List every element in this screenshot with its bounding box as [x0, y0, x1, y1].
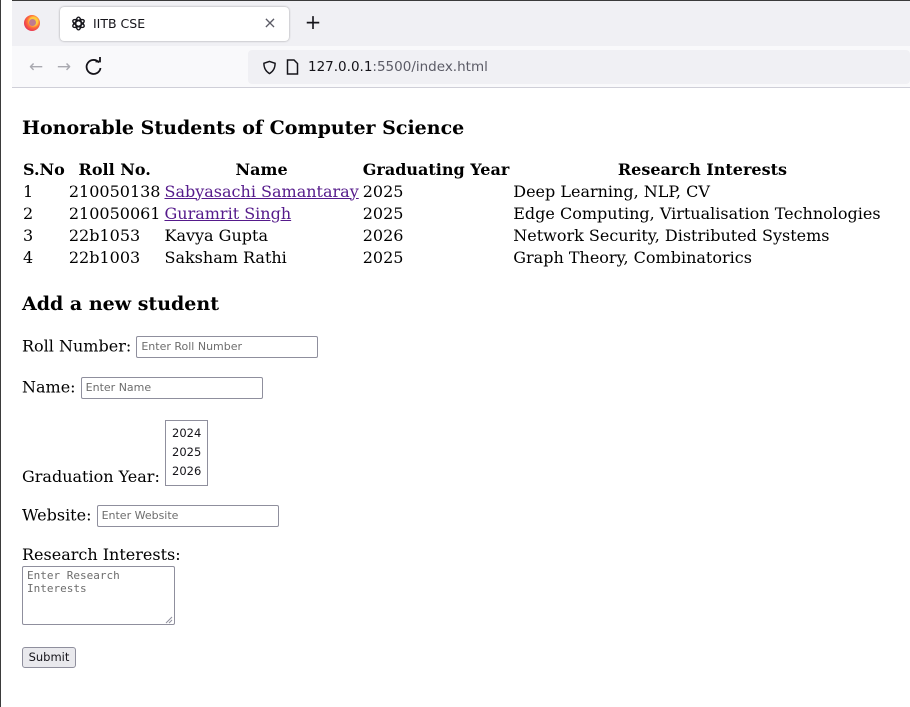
- cell-year: 2025: [362, 181, 404, 201]
- cell-sno: 3: [23, 225, 34, 245]
- cell-name: Sabyasachi Samantaray: [163, 180, 359, 202]
- interests-row: Research Interests:: [22, 545, 181, 564]
- cell-roll: 210050138: [68, 181, 161, 201]
- cell-name: Guramrit Singh: [163, 202, 359, 224]
- header-year: Graduating Year: [362, 160, 510, 179]
- submit-button[interactable]: Submit: [22, 647, 76, 668]
- page-info-icon[interactable]: [286, 59, 299, 75]
- student-link[interactable]: Sabyasachi Samantaray: [164, 182, 358, 201]
- website-input[interactable]: Enter Website: [96, 505, 279, 527]
- students-table: S.No Roll No. Name Graduating Year Resea…: [20, 159, 884, 268]
- new-tab-button[interactable]: +: [302, 12, 324, 34]
- page-content: Honorable Students of Computer Science S…: [12, 89, 910, 707]
- header-interests: Research Interests: [617, 160, 787, 179]
- tracking-shield-icon[interactable]: [262, 60, 277, 75]
- url-bar[interactable]: 127.0.0.1:5500/index.html: [248, 50, 910, 84]
- openai-favicon-icon: [72, 16, 85, 31]
- page-title: Honorable Students of Computer Science: [22, 117, 465, 139]
- student-link[interactable]: Guramrit Singh: [164, 204, 291, 223]
- name-label: Name:: [22, 377, 76, 397]
- year-option[interactable]: 2025: [172, 443, 207, 462]
- cell-roll: 22b1003: [68, 247, 141, 267]
- cell-name: Kavya Gupta: [164, 225, 268, 245]
- forward-button[interactable]: →: [52, 55, 76, 79]
- cell-sno: 4: [23, 247, 34, 267]
- window-border-left: [0, 0, 12, 707]
- cell-sno: 2: [23, 203, 34, 223]
- roll-row: Roll Number: Enter Roll Number: [22, 336, 319, 358]
- graduation-year-select[interactable]: 2024 2025 2026: [165, 420, 208, 486]
- cell-interests: Edge Computing, Virtualisation Technolog…: [513, 203, 881, 223]
- cell-interests: Graph Theory, Combinatorics: [513, 247, 752, 267]
- cell-roll: 22b1053: [68, 225, 141, 245]
- url-path: :5500/index.html: [372, 59, 488, 75]
- firefox-icon[interactable]: [24, 15, 40, 31]
- cell-name: Saksham Rathi: [164, 247, 287, 267]
- year-row: Graduation Year:: [22, 467, 160, 486]
- year-option[interactable]: 2026: [172, 462, 207, 481]
- header-roll: Roll No.: [78, 160, 151, 179]
- reload-icon[interactable]: [82, 55, 106, 79]
- cell-interests: Deep Learning, NLP, CV: [513, 181, 710, 201]
- cell-year: 2025: [362, 247, 404, 267]
- table-header-row: S.No Roll No. Name Graduating Year Resea…: [22, 159, 882, 180]
- cell-year: 2026: [362, 225, 404, 245]
- table-row: 2 210050061 Guramrit Singh 2025 Edge Com…: [22, 202, 882, 224]
- research-interests-textarea[interactable]: Enter Research Interests: [22, 566, 175, 625]
- table-row: 3 22b1053 Kavya Gupta 2026 Network Secur…: [22, 224, 882, 246]
- year-option[interactable]: 2024: [172, 424, 207, 443]
- name-input[interactable]: Enter Name: [80, 377, 263, 399]
- url-text[interactable]: 127.0.0.1:5500/index.html: [308, 59, 488, 75]
- url-host: 127.0.0.1: [308, 59, 373, 75]
- navigation-bar: ← → 127.0.0.1:5500/index.html: [12, 46, 910, 88]
- interests-label: Research Interests:: [22, 545, 181, 564]
- tab-iitb-cse[interactable]: IITB CSE ×: [60, 7, 289, 41]
- resize-grip-icon[interactable]: [164, 615, 173, 624]
- website-row: Website: Enter Website: [22, 505, 279, 527]
- header-name: Name: [235, 160, 288, 179]
- table-row: 4 22b1003 Saksham Rathi 2025 Graph Theor…: [22, 246, 882, 268]
- tab-title: IITB CSE: [93, 16, 146, 31]
- cell-roll: 210050061: [68, 203, 161, 223]
- name-row: Name: Enter Name: [22, 377, 263, 399]
- header-sno: S.No: [23, 160, 65, 179]
- form-title: Add a new student: [22, 293, 219, 315]
- cell-sno: 1: [23, 181, 34, 201]
- tab-close-icon[interactable]: ×: [260, 12, 280, 34]
- cell-year: 2025: [362, 203, 404, 223]
- year-label: Graduation Year:: [22, 467, 160, 486]
- cell-interests: Network Security, Distributed Systems: [513, 225, 830, 245]
- roll-number-input[interactable]: Enter Roll Number: [136, 336, 319, 358]
- table-row: 1 210050138 Sabyasachi Samantaray 2025 D…: [22, 180, 882, 202]
- roll-label: Roll Number:: [22, 336, 132, 356]
- back-button[interactable]: ←: [24, 55, 48, 79]
- tab-strip: IITB CSE × +: [12, 1, 910, 46]
- website-label: Website:: [22, 505, 92, 525]
